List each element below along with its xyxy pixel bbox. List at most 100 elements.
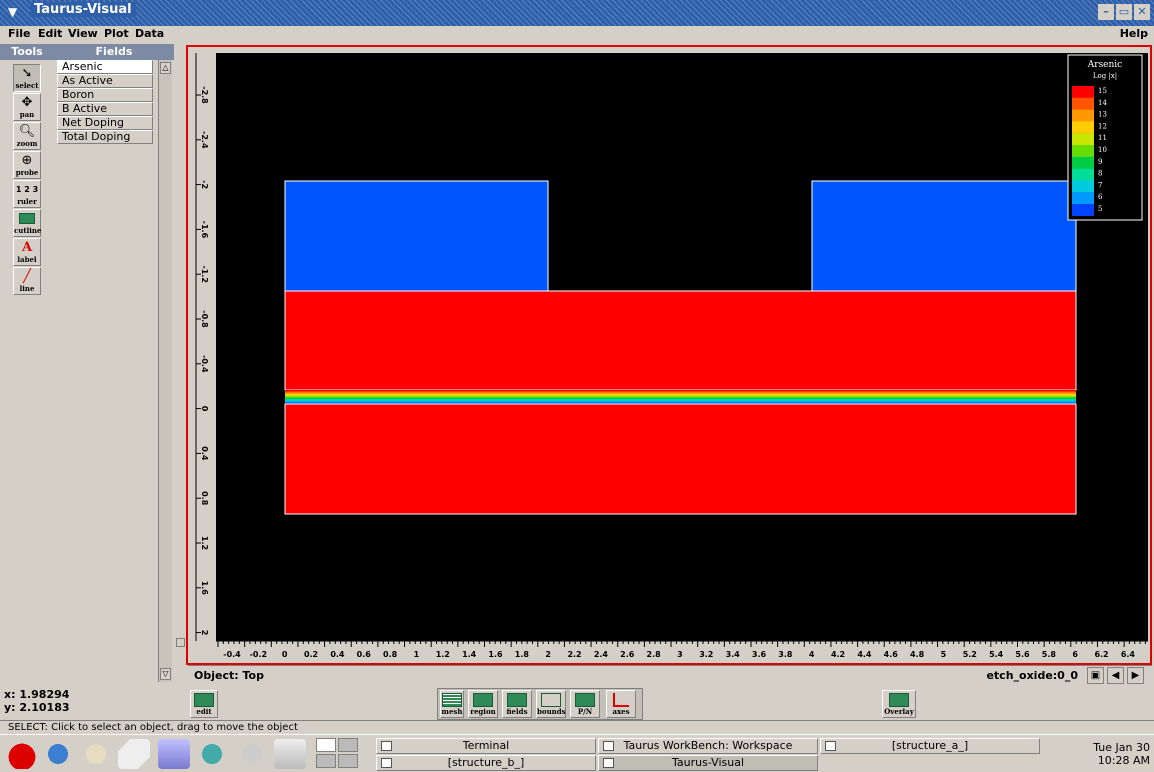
splitter[interactable] (176, 60, 186, 665)
field-item-b-active[interactable]: B Active (57, 102, 153, 116)
task-taurus-visual[interactable]: Taurus-Visual (598, 755, 818, 771)
oxide-region-left[interactable] (284, 180, 549, 292)
ruler-icon: 1 2 3 (15, 185, 39, 194)
silicon-region-lower[interactable] (284, 403, 1077, 515)
close-icon[interactable]: ✕ (1134, 4, 1150, 20)
scroll-up-icon[interactable]: △ (160, 62, 171, 74)
pn-button[interactable]: P/N (570, 690, 600, 718)
bounds-button[interactable]: bounds (536, 690, 566, 718)
splitter-handle[interactable] (176, 638, 185, 647)
letter-a-icon: A (21, 240, 33, 255)
y-tick-label: -0.4 (200, 355, 209, 373)
workspace-2[interactable] (338, 738, 358, 752)
x-tick-label: 1.4 (462, 650, 477, 659)
x-tick-label: 0.8 (383, 650, 398, 659)
axes-button[interactable]: axes (606, 690, 636, 718)
plot-canvas[interactable]: -2.8 -2.4 -2 -1.6 -1.2 -0.8 -0.4 0 0.4 0.8 1.2 1.6 2… (188, 47, 1150, 663)
edit-button[interactable]: edit (190, 690, 218, 718)
menu-help[interactable]: Help (1120, 27, 1148, 40)
tool-probe-button[interactable]: ⊕ probe (13, 151, 41, 179)
x-tick-label: 2 (545, 650, 551, 659)
tool-select-button[interactable]: ➘ select (13, 64, 41, 92)
tool-ruler-button[interactable]: 1 2 3 ruler (13, 180, 41, 208)
tool-label: select (15, 81, 39, 90)
web-browser-icon[interactable] (42, 739, 74, 769)
legend-swatch (1072, 121, 1094, 134)
cursor-x: x: 1.98294 (4, 688, 70, 701)
legend-swatch (1072, 109, 1094, 122)
window-titlebar[interactable]: ▼ Taurus-Visual – ▭ ✕ (0, 0, 1154, 26)
minimize-icon[interactable]: – (1098, 4, 1114, 20)
scroll-down-icon[interactable]: ▽ (160, 668, 171, 680)
legend-level-label: 5 (1098, 205, 1102, 213)
email-icon[interactable] (80, 739, 112, 769)
text-editor-icon[interactable] (118, 739, 150, 769)
field-item-as-active[interactable]: As Active (57, 74, 153, 88)
previous-object-icon[interactable]: ◀ (1107, 667, 1124, 684)
y-tick-label: 1.2 (200, 536, 209, 550)
pn-junction-icon (575, 693, 595, 707)
tool-label: line (19, 284, 35, 293)
field-item-net-doping[interactable]: Net Doping (57, 116, 153, 130)
object-window-icon[interactable]: ▣ (1087, 667, 1104, 684)
terminal-icon (381, 741, 392, 751)
y-tick-label: 0.8 (200, 491, 209, 506)
fields-label: fields (506, 707, 528, 716)
x-tick-label: 3 (677, 650, 683, 659)
task-structure-b[interactable]: [structure_b_] (376, 755, 596, 771)
presentation-icon[interactable] (196, 739, 228, 769)
fields-scrollbar[interactable]: △ ▽ (158, 60, 172, 682)
x-tick-label: 6.4 (1121, 650, 1136, 659)
tools-header: Tools (0, 44, 54, 60)
menu-plot[interactable]: Plot (104, 27, 129, 40)
redhat-menu-icon[interactable] (6, 739, 38, 769)
legend-title: Arsenic (1087, 60, 1122, 70)
taskbar: Terminal Taurus WorkBench: Workspace [st… (0, 734, 1154, 772)
maximize-icon[interactable]: ▭ (1116, 4, 1132, 20)
task-structure-a[interactable]: [structure_a_] (820, 738, 1040, 754)
tool-label-button[interactable]: A label (13, 238, 41, 266)
edit-icon (194, 693, 214, 707)
region-button[interactable]: region (468, 690, 498, 718)
field-item-arsenic[interactable]: Arsenic (57, 60, 153, 74)
window-icon (825, 741, 836, 751)
workspace-3[interactable] (316, 754, 336, 768)
oxide-region-right[interactable] (811, 180, 1077, 292)
tool-cutline-button[interactable]: cutline (13, 209, 41, 237)
x-tick-label: 1 (414, 650, 420, 659)
next-object-icon[interactable]: ▶ (1127, 667, 1144, 684)
field-item-total-doping[interactable]: Total Doping (57, 130, 153, 144)
menu-file[interactable]: File (8, 27, 31, 40)
tool-zoom-button[interactable]: 🔍︎ zoom (13, 122, 41, 150)
printer-icon[interactable] (236, 739, 268, 769)
window-menu-icon[interactable]: ▼ (8, 5, 17, 19)
y-tick-label: 0 (200, 406, 209, 412)
silicon-region-upper[interactable] (284, 290, 1077, 391)
workspace-pager[interactable] (316, 738, 374, 770)
task-label: Taurus WorkBench: Workspace (623, 739, 793, 752)
tool-line-button[interactable]: ╱ line (13, 267, 41, 295)
x-tick-label: 3.6 (752, 650, 767, 659)
menu-view[interactable]: View (68, 27, 98, 40)
x-tick-label: 4 (809, 650, 815, 659)
workspace-4[interactable] (338, 754, 358, 768)
task-workbench[interactable]: Taurus WorkBench: Workspace (598, 738, 818, 754)
workspace-1[interactable] (316, 738, 336, 752)
field-item-boron[interactable]: Boron (57, 88, 153, 102)
x-tick-label: 2.8 (647, 650, 662, 659)
spreadsheet-icon[interactable] (158, 739, 190, 769)
menu-edit[interactable]: Edit (38, 27, 62, 40)
window-title: Taurus-Visual (30, 2, 136, 17)
mesh-button[interactable]: mesh (440, 690, 464, 718)
axes-icon (613, 693, 629, 707)
task-terminal[interactable]: Terminal (376, 738, 596, 754)
tool-pan-button[interactable]: ✥ pan (13, 93, 41, 121)
y-tick-label: 0.4 (200, 446, 209, 461)
fields-button[interactable]: fields (502, 690, 532, 718)
legend-level-label: 11 (1098, 134, 1107, 142)
legend-swatch (1072, 145, 1094, 157)
crosshair-icon: ⊕ (21, 153, 33, 168)
menu-data[interactable]: Data (135, 27, 164, 40)
overlay-button[interactable]: Overlay (882, 690, 916, 718)
file-manager-icon[interactable] (274, 739, 306, 769)
